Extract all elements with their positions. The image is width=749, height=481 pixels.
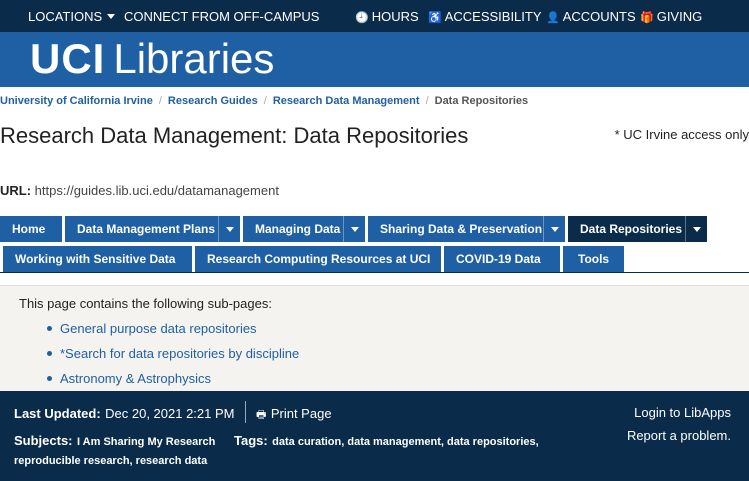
off-campus-link[interactable]: CONNECT FROM OFF-CAMPUS (124, 9, 319, 24)
tag-links-continued[interactable]: reproducible research, research data (14, 455, 207, 467)
chevron-down-icon[interactable] (685, 216, 707, 242)
gift-icon: 🎁 (640, 12, 654, 24)
breadcrumb-research-guides[interactable]: Research Guides (168, 95, 258, 107)
tab-data-management-plans[interactable]: Data Management Plans (65, 216, 240, 242)
bullet-icon (47, 326, 52, 331)
clock-icon: 🕘 (355, 12, 369, 24)
chevron-down-icon[interactable] (343, 216, 365, 242)
subjects: Subjects: I Am Sharing My Research (14, 432, 215, 450)
user-icon: 👤 (546, 12, 560, 24)
divider (245, 401, 246, 423)
list-item: General purpose data repositories (47, 321, 257, 336)
giving-label: GIVING (656, 9, 703, 24)
accessibility-label: ACCESSIBILITY (444, 9, 542, 24)
print-page-link[interactable]: 🖶 Print Page (256, 405, 332, 425)
printer-icon: 🖶 (256, 409, 267, 421)
locations-label: LOCATIONS (28, 9, 103, 24)
last-updated-value: Dec 20, 2021 2:21 PM (105, 406, 235, 421)
tab-label: Data Management Plans (77, 222, 216, 236)
locations-menu[interactable]: LOCATIONS (28, 9, 116, 24)
tab-home[interactable]: Home (0, 216, 62, 242)
tab-tools[interactable]: Tools (563, 246, 624, 272)
accessibility-link[interactable]: ♿ ACCESSIBILITY (428, 9, 542, 24)
subpages-intro: This page contains the following sub-pag… (19, 296, 272, 311)
tab-label: Managing Data (255, 222, 341, 236)
tab-label: Home (12, 222, 46, 236)
accounts-label: ACCOUNTS (562, 9, 636, 24)
utility-bar: LOCATIONS CONNECT FROM OFF-CAMPUS 🕘 HOURS… (0, 0, 749, 32)
url-label: URL: (0, 183, 32, 198)
subpage-link-general[interactable]: General purpose data repositories (60, 321, 257, 336)
logo-light: Libraries (113, 35, 275, 82)
hours-label: HOURS (371, 9, 419, 24)
logo-bold: UCI (30, 35, 106, 82)
tab-covid-19-data[interactable]: COVID-19 Data (444, 246, 560, 272)
subpage-link-discipline[interactable]: *Search for data repositories by discipl… (60, 346, 299, 361)
breadcrumb-rdm[interactable]: Research Data Management (273, 95, 420, 107)
giving-link[interactable]: 🎁 GIVING (640, 9, 702, 24)
tag-links[interactable]: data curation, data management, data rep… (272, 436, 539, 448)
chevron-down-icon[interactable] (543, 216, 565, 242)
subpage-link-astronomy[interactable]: Astronomy & Astrophysics (60, 371, 211, 386)
list-item: *Search for data repositories by discipl… (47, 346, 299, 361)
hours-link[interactable]: 🕘 HOURS (355, 9, 419, 24)
access-note: * UC Irvine access only (614, 127, 749, 142)
accessibility-icon: ♿ (428, 12, 442, 24)
guide-url: URL: https://guides.lib.uci.edu/datamana… (0, 183, 279, 198)
page-footer: Last Updated: Dec 20, 2021 2:21 PM 🖶 Pri… (0, 391, 749, 481)
list-item: Astronomy & Astrophysics (47, 371, 211, 386)
tab-label: Sharing Data & Preservation (380, 222, 543, 236)
page-title: Research Data Management: Data Repositor… (0, 123, 469, 148)
uci-libraries-logo[interactable]: UCI Libraries (30, 34, 274, 84)
last-updated: Last Updated: Dec 20, 2021 2:21 PM (14, 405, 234, 423)
subpages-box: This page contains the following sub-pag… (0, 285, 749, 395)
subject-link[interactable]: I Am Sharing My Research (77, 436, 215, 448)
breadcrumb-separator: / (263, 95, 267, 107)
breadcrumb: University of California Irvine / Research… (0, 95, 528, 107)
url-value: https://guides.lib.uci.edu/datamanagemen… (34, 183, 279, 198)
tab-label: Data Repositories (580, 222, 683, 236)
tab-managing-data[interactable]: Managing Data (243, 216, 365, 242)
breadcrumb-uci[interactable]: University of California Irvine (0, 95, 153, 107)
tab-sensitive-data[interactable]: Working with Sensitive Data (3, 246, 192, 272)
tags-label: Tags: (234, 433, 268, 448)
accounts-link[interactable]: 👤 ACCOUNTS (546, 9, 636, 24)
bullet-icon (47, 351, 52, 356)
chevron-down-icon (107, 14, 116, 19)
last-updated-label: Last Updated: (14, 406, 101, 421)
tab-sharing-data[interactable]: Sharing Data & Preservation (368, 216, 565, 242)
print-label: Print Page (270, 406, 332, 421)
breadcrumb-current: Data Repositories (434, 95, 529, 107)
tabs-divider (0, 272, 749, 273)
chevron-down-icon[interactable] (218, 216, 240, 242)
tab-data-repositories[interactable]: Data Repositories (568, 216, 707, 242)
tags: Tags: data curation, data management, da… (234, 432, 539, 450)
bullet-icon (47, 376, 52, 381)
breadcrumb-separator: / (158, 95, 162, 107)
report-problem-link[interactable]: Report a problem. (627, 428, 731, 443)
breadcrumb-separator: / (425, 95, 429, 107)
tab-research-computing[interactable]: Research Computing Resources at UCI (195, 246, 441, 272)
site-banner: UCI Libraries (0, 32, 749, 87)
login-libapps-link[interactable]: Login to LibApps (634, 405, 731, 420)
subjects-label: Subjects: (14, 433, 73, 448)
